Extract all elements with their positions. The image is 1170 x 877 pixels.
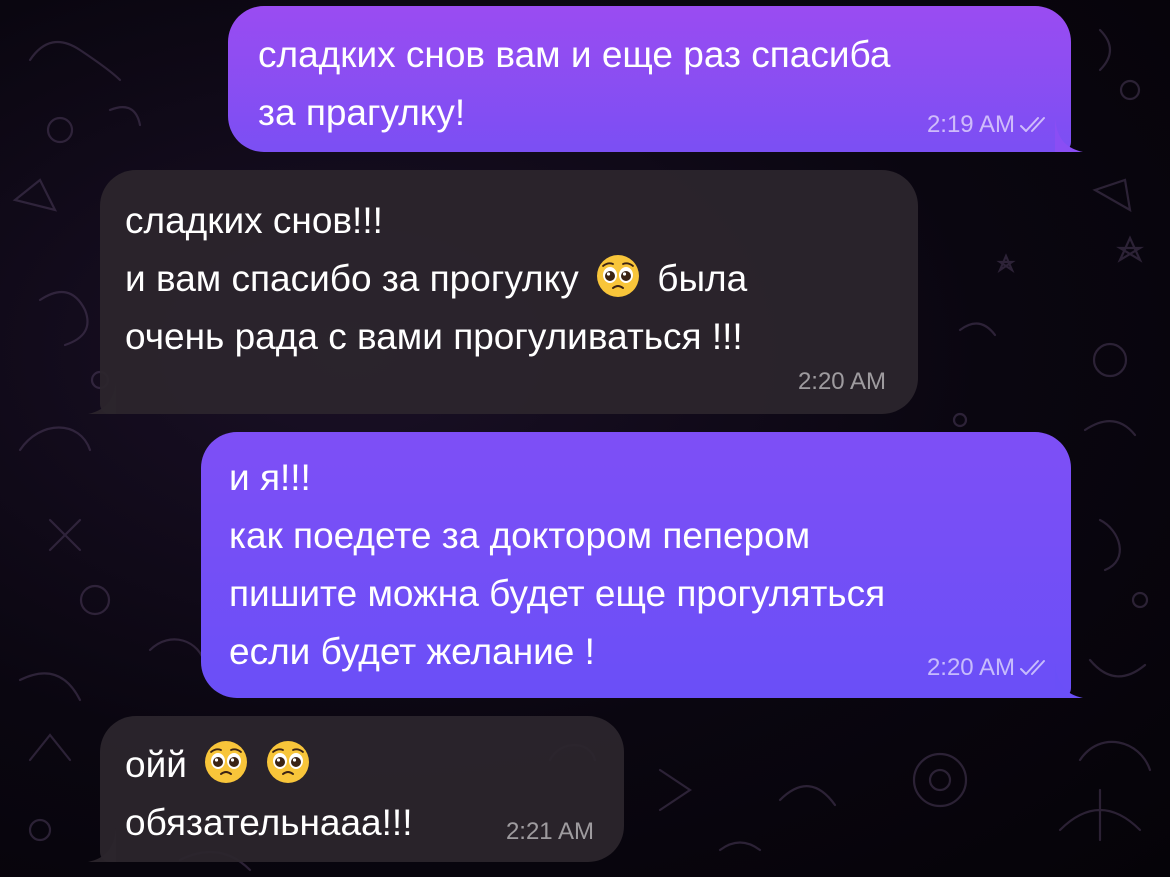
pleading-face-emoji-icon xyxy=(205,741,248,783)
message-text-line: очень рада с вами прогуливаться !!! xyxy=(125,316,743,357)
message-meta: 2:20 AM xyxy=(798,368,886,396)
double-check-icon xyxy=(1020,660,1045,675)
bubble-tail xyxy=(88,380,116,414)
message-text-line: пишите можна будет еще прогуляться xyxy=(229,573,886,614)
bubble-tail xyxy=(1055,118,1083,152)
message-meta: 2:19 AM xyxy=(927,111,1049,139)
message-bubble-incoming[interactable]: сладких снов!!! и вам спасибо за прогулк… xyxy=(88,170,918,414)
message-time: 2:21 AM xyxy=(505,818,594,845)
chat-view: сладких снов вам и еще раз спасиба за пр… xyxy=(0,0,1170,877)
message-bubble-outgoing[interactable]: и я!!! как поедете за доктором пепером п… xyxy=(201,432,1083,698)
pleading-face-emoji-icon xyxy=(267,741,310,783)
message-text-segment: и вам спасибо за прогулку xyxy=(125,258,579,299)
message-text-line: как поедете за доктором пепером xyxy=(229,515,811,556)
message-text-line: сладких снов!!! xyxy=(125,200,383,241)
message-text-line: и я!!! xyxy=(229,457,311,498)
message-bubble-outgoing[interactable]: сладких снов вам и еще раз спасиба за пр… xyxy=(228,6,1083,152)
message-text-segment: была xyxy=(657,258,748,299)
message-text-line: если будет желание ! xyxy=(229,631,595,672)
bubble-tail xyxy=(88,828,116,862)
message-text-line: за прагулку! xyxy=(258,92,466,133)
message-time: 2:20 AM xyxy=(926,654,1015,681)
message-meta: 2:20 AM xyxy=(927,654,1049,682)
bubble-tail xyxy=(1055,664,1083,698)
message-text-line: сладких снов вам и еще раз спасиба xyxy=(258,34,891,75)
message-text-line-with-emoji: и вам спасибо за прогулку была xyxy=(125,250,888,308)
message-text-line-with-emoji: ойй xyxy=(125,736,594,794)
message-meta: 2:21 AM xyxy=(506,818,594,846)
message-time: 2:20 AM xyxy=(797,368,886,395)
message-bubble-incoming[interactable]: ойй обязательнааа!!! 2:21 AM xyxy=(88,716,624,862)
pleading-face-emoji-icon xyxy=(596,255,639,297)
double-check-icon xyxy=(1020,117,1045,132)
message-text-segment: ойй xyxy=(125,744,187,785)
message-time: 2:19 AM xyxy=(926,111,1015,138)
